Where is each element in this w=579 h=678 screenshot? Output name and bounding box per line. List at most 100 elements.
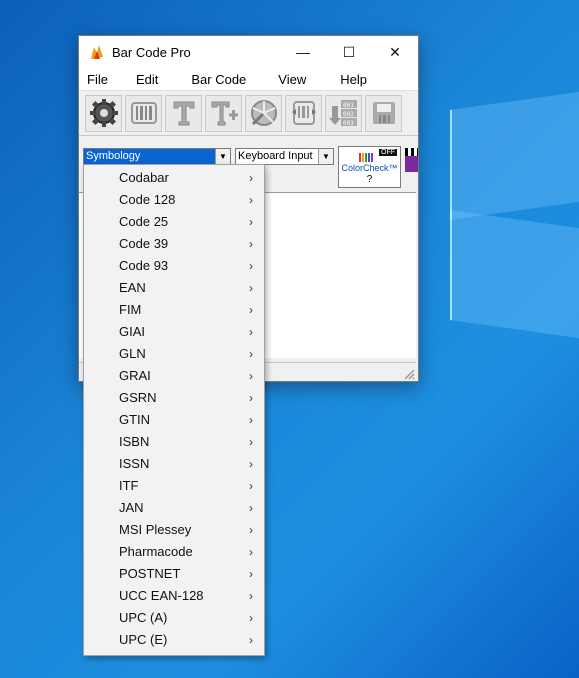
chevron-right-icon: ›	[249, 523, 253, 537]
gear-icon	[89, 99, 118, 127]
menu-view[interactable]: View	[270, 72, 306, 87]
menu-item-label: UCC EAN-128	[119, 588, 204, 603]
menu-item-label: JAN	[119, 500, 144, 515]
chevron-right-icon: ›	[249, 567, 253, 581]
menu-item-fim[interactable]: FIM ›	[84, 299, 264, 321]
window-title: Bar Code Pro	[112, 44, 191, 60]
toolbar: 001 002 003	[79, 91, 418, 136]
menu-item-upc-e[interactable]: UPC (E) ›	[84, 629, 264, 651]
text-add-icon	[211, 101, 238, 126]
input-mode-combo[interactable]: Keyboard Input ▼	[235, 148, 334, 165]
menu-item-ean[interactable]: EAN ›	[84, 277, 264, 299]
maximize-button[interactable]: ☐	[326, 36, 372, 68]
menu-item-itf[interactable]: ITF ›	[84, 475, 264, 497]
save-icon	[372, 102, 395, 124]
menu-bar-code[interactable]: Bar Code	[183, 72, 246, 87]
app-logo-icon	[91, 45, 103, 59]
menu-item-label: UPC (A)	[119, 610, 168, 625]
svg-text:001: 001	[343, 102, 354, 109]
menu-item-label: MSI Plessey	[119, 522, 192, 537]
text-icon	[173, 101, 194, 126]
scale-tool-button[interactable]	[285, 94, 322, 132]
svg-text:003: 003	[343, 120, 354, 127]
menu-item-code-39[interactable]: Code 39 ›	[84, 233, 264, 255]
close-button[interactable]: ✕	[372, 36, 418, 68]
text-tool-button[interactable]	[165, 94, 202, 132]
chevron-right-icon: ›	[249, 391, 253, 405]
menu-item-gln[interactable]: GLN ›	[84, 343, 264, 365]
chevron-right-icon: ›	[249, 193, 253, 207]
desktop-wallpaper-glow	[450, 60, 579, 350]
menu-item-msi-plessey[interactable]: MSI Plessey ›	[84, 519, 264, 541]
symbology-dropdown-menu: Codabar › Code 128 › Code 25 › Code 39 › Cod…	[83, 164, 265, 656]
minimize-button[interactable]: —	[280, 36, 326, 68]
menu-item-gsrn[interactable]: GSRN ›	[84, 387, 264, 409]
menu-item-label: Pharmacode	[119, 544, 193, 559]
chevron-right-icon: ›	[249, 281, 253, 295]
menu-item-gtin[interactable]: GTIN ›	[84, 409, 264, 431]
menu-item-isbn[interactable]: ISBN ›	[84, 431, 264, 453]
chevron-right-icon: ›	[249, 435, 253, 449]
color-wheel-icon	[250, 100, 277, 126]
chevron-right-icon: ›	[249, 369, 253, 383]
colorcheck-off-badge: OFF	[379, 149, 397, 156]
symbology-combo[interactable]: Symbology ▼	[83, 148, 231, 165]
menu-item-grai[interactable]: GRAI ›	[84, 365, 264, 387]
colorcheck-label: ColorCheck™	[341, 163, 398, 173]
chevron-right-icon: ›	[249, 633, 253, 647]
menu-item-label: ISBN	[119, 434, 150, 449]
chevron-right-icon: ›	[249, 589, 253, 603]
menu-file[interactable]: File	[79, 72, 108, 87]
menu-item-issn[interactable]: ISSN ›	[84, 453, 264, 475]
color-tool-button[interactable]	[245, 94, 282, 132]
menu-item-label: Code 25	[119, 214, 169, 229]
chevron-down-icon[interactable]: ▼	[318, 149, 333, 164]
add-text-tool-button[interactable]	[205, 94, 242, 132]
menu-item-pharmacode[interactable]: Pharmacode ›	[84, 541, 264, 563]
chevron-right-icon: ›	[249, 413, 253, 427]
chevron-down-icon[interactable]: ▼	[215, 149, 230, 164]
chevron-right-icon: ›	[249, 171, 253, 185]
menu-item-upc-a[interactable]: UPC (A) ›	[84, 607, 264, 629]
chevron-right-icon: ›	[249, 215, 253, 229]
title-bar[interactable]: Bar Code Pro — ☐ ✕	[79, 36, 418, 68]
barcode-icon	[130, 102, 157, 124]
menu-item-label: POSTNET	[119, 566, 181, 581]
save-tool-button[interactable]	[365, 94, 402, 132]
input-mode-combo-value: Keyboard Input	[238, 150, 313, 162]
menu-item-code-25[interactable]: Code 25 ›	[84, 211, 264, 233]
menu-item-label: Code 39	[119, 236, 169, 251]
svg-text:002: 002	[343, 111, 354, 118]
menu-item-code-128[interactable]: Code 128 ›	[84, 189, 264, 211]
menu-item-ucc-ean-128[interactable]: UCC EAN-128 ›	[84, 585, 264, 607]
chevron-right-icon: ›	[249, 259, 253, 273]
chevron-right-icon: ›	[249, 611, 253, 625]
menu-help[interactable]: Help	[332, 72, 367, 87]
chevron-right-icon: ›	[249, 545, 253, 559]
resize-grip-icon[interactable]	[403, 368, 415, 380]
settings-tool-button[interactable]	[85, 94, 122, 132]
menu-item-label: GLN	[119, 346, 146, 361]
scale-icon	[291, 101, 316, 125]
menu-item-label: GSRN	[119, 390, 157, 405]
menu-item-label: Codabar	[119, 170, 169, 185]
chevron-right-icon: ›	[249, 501, 253, 515]
sequence-icon: 001 002 003	[328, 100, 357, 127]
colorcheck-button[interactable]: OFF ColorCheck™ ?	[338, 146, 401, 188]
menu-edit[interactable]: Edit	[128, 72, 158, 87]
menu-item-codabar[interactable]: Codabar ›	[84, 167, 264, 189]
menu-item-code-93[interactable]: Code 93 ›	[84, 255, 264, 277]
chevron-right-icon: ›	[249, 325, 253, 339]
sequence-tool-button[interactable]: 001 002 003	[325, 94, 362, 132]
colorcheck-help[interactable]: ?	[339, 174, 400, 185]
menu-item-label: Code 128	[119, 192, 176, 207]
color-bars-icon	[359, 153, 373, 162]
checker-swatch[interactable]	[405, 148, 418, 172]
menu-item-giai[interactable]: GIAI ›	[84, 321, 264, 343]
barcode-tool-button[interactable]	[125, 94, 162, 132]
menu-item-label: UPC (E)	[119, 632, 168, 647]
menu-item-postnet[interactable]: POSTNET ›	[84, 563, 264, 585]
menu-item-jan[interactable]: JAN ›	[84, 497, 264, 519]
menu-bar: File Edit Bar Code View Help	[79, 68, 418, 91]
symbology-combo-value: Symbology	[84, 149, 215, 164]
